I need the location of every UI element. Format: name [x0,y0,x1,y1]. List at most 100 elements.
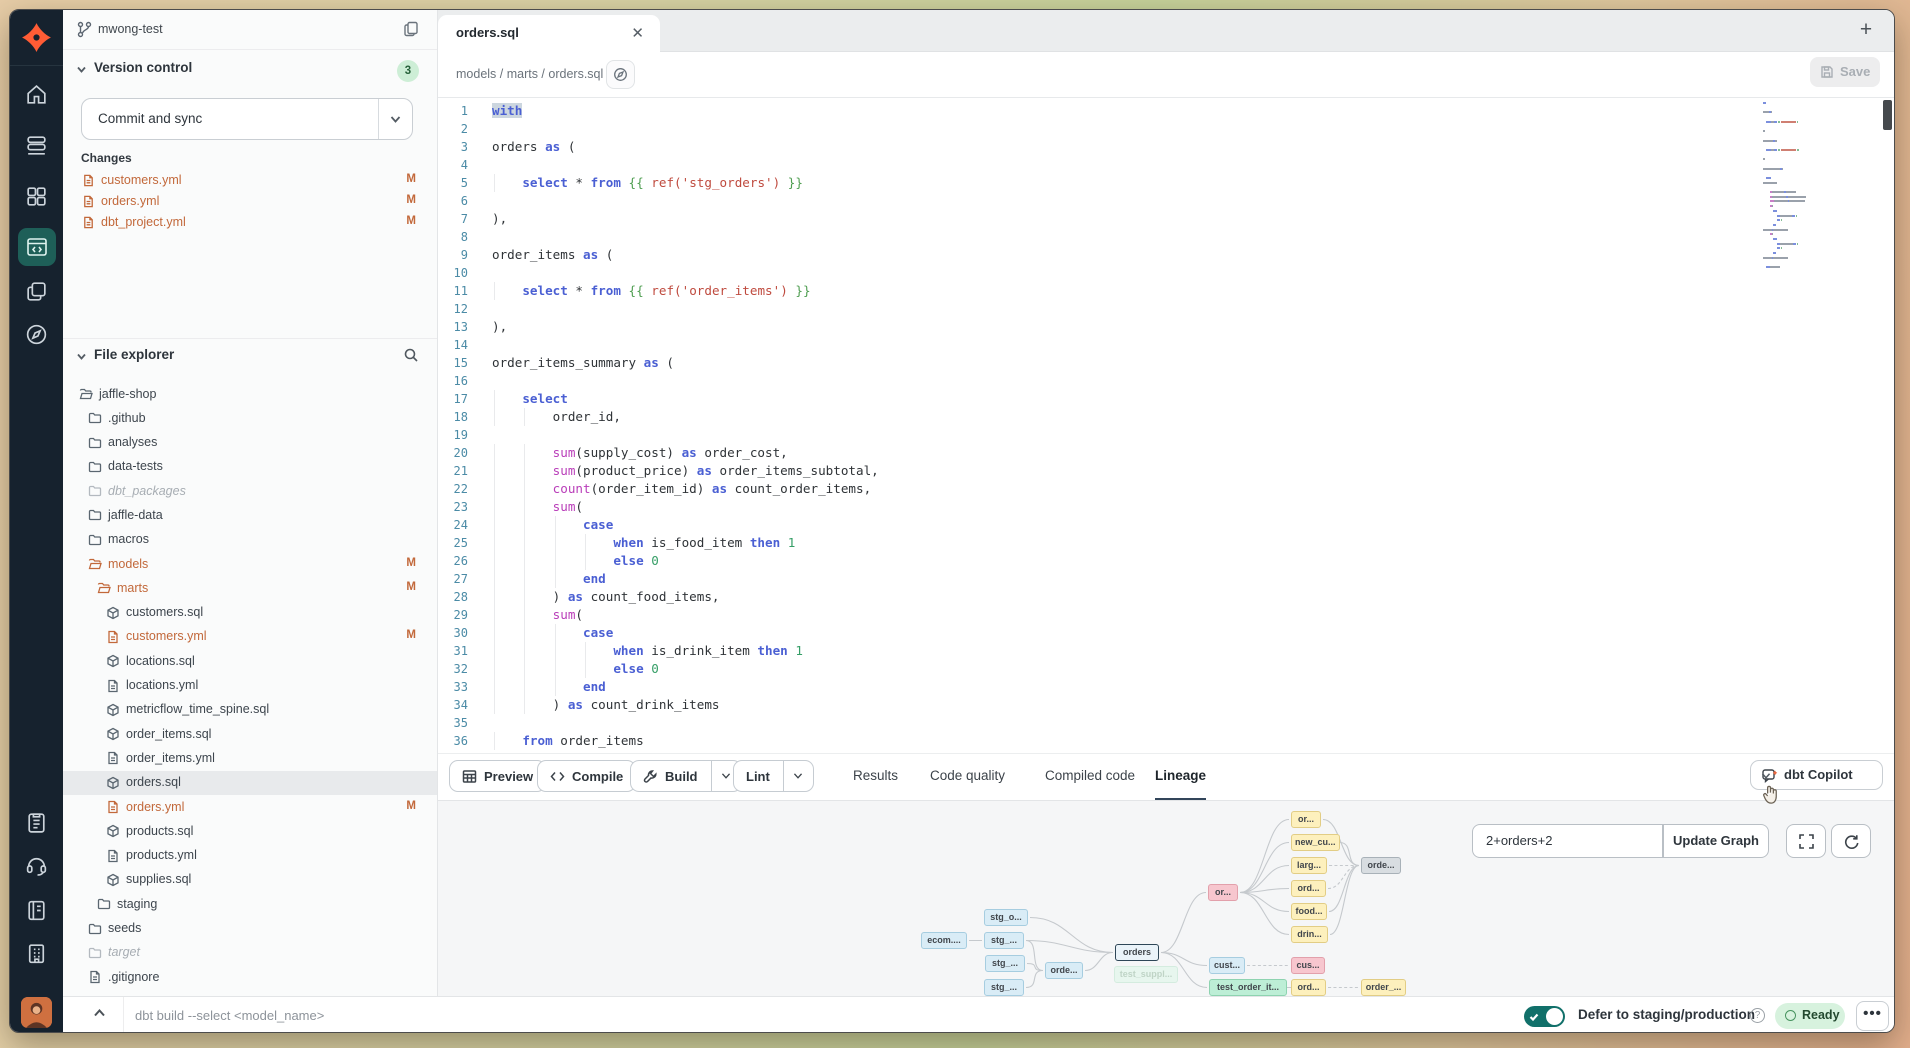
tree-item-models[interactable]: modelsM [63,552,437,576]
code-editor[interactable]: 1with23orders as (45 select * from {{ re… [438,98,1895,753]
lineage-selector-input[interactable]: 2+orders+2 [1472,824,1663,858]
apps-grid-icon[interactable] [24,184,49,209]
tree-item-target[interactable]: target [63,941,437,965]
changed-file-row[interactable]: orders.ymlM [63,191,437,212]
tree-item-staging[interactable]: staging [63,892,437,916]
tree-item-data-tests[interactable]: data-tests [63,455,437,479]
tree-item-seeds[interactable]: seeds [63,917,437,941]
ready-status-badge[interactable]: Ready [1775,1003,1845,1029]
develop-ide-icon[interactable] [18,228,56,266]
commit-and-sync-button[interactable]: Commit and sync [81,98,413,140]
tree-item-order-items-yml[interactable]: order_items.yml [63,746,437,770]
lineage-node-or-[interactable]: or... [1208,884,1238,901]
version-control-title[interactable]: Version control [94,60,192,75]
panel-tab-code-quality[interactable]: Code quality [930,754,1005,801]
tree-item-jaffle-shop[interactable]: jaffle-shop [63,382,437,406]
file-explorer-title[interactable]: File explorer [94,347,174,362]
tree-item-orders-yml[interactable]: orders.ymlM [63,795,437,819]
lineage-node-test-order-it-[interactable]: test_order_it... [1209,979,1287,996]
lineage-node-stg-[interactable]: stg_... [984,979,1024,996]
build-button[interactable]: Build [630,760,742,792]
search-icon[interactable] [403,347,419,363]
deploy-icon[interactable] [24,133,49,158]
explore-compass-icon[interactable] [24,322,49,347]
tree-item-customers-sql[interactable]: customers.sql [63,601,437,625]
lineage-node-drin-[interactable]: drin... [1291,926,1328,943]
lineage-node-orde-[interactable]: orde... [1361,857,1401,874]
home-icon[interactable] [24,82,49,107]
tree-item-marts[interactable]: martsM [63,576,437,600]
defer-toggle[interactable] [1524,1006,1565,1027]
more-options-button[interactable]: ••• [1856,1001,1889,1031]
tab-orders-sql[interactable]: orders.sql ✕ [438,15,660,52]
fullscreen-button[interactable] [1786,824,1826,858]
icon-rail [10,10,63,1032]
help-icon[interactable]: ? [1750,1008,1765,1023]
lineage-canvas[interactable]: ecom....stg_o...stg_...stg_...stg_...ord… [438,800,1895,996]
tree-item-products-sql[interactable]: products.sql [63,819,437,843]
lineage-node-orde-[interactable]: orde... [1045,962,1083,979]
support-headset-icon[interactable] [24,853,49,878]
tree-item-locations-yml[interactable]: locations.yml [63,674,437,698]
lineage-node-orders[interactable]: orders [1115,944,1159,961]
branch-name[interactable]: mwong-test [98,22,163,36]
tree-item-products-yml[interactable]: products.yml [63,844,437,868]
breadcrumb[interactable]: models / marts / orders.sql [456,67,603,81]
tree-item-macros[interactable]: macros [63,528,437,552]
changelog-clipboard-icon[interactable] [24,810,49,835]
tree-item-order-items-sql[interactable]: order_items.sql [63,722,437,746]
save-button[interactable]: Save [1810,57,1880,87]
close-tab-icon[interactable]: ✕ [631,24,644,42]
chevron-down-icon[interactable] [76,64,87,75]
lineage-node-order-[interactable]: order_... [1361,979,1406,996]
chevron-down-icon[interactable] [76,351,87,362]
lineage-node-cust-[interactable]: cust... [1209,957,1245,974]
panel-tab-compiled-code[interactable]: Compiled code [1045,754,1135,801]
commit-dropdown[interactable] [378,99,412,139]
dbt-logo-icon[interactable] [20,21,53,54]
lineage-node-cus-[interactable]: cus... [1291,957,1325,974]
organization-icon[interactable] [24,941,49,966]
lineage-node-stg-[interactable]: stg_... [985,955,1025,972]
editor-minimap[interactable] [1763,102,1849,275]
lineage-node-food-[interactable]: food... [1291,903,1327,920]
lineage-node-ord-[interactable]: ord... [1291,880,1326,897]
lineage-node-new-cu-[interactable]: new_cu... [1291,834,1340,851]
changed-file-row[interactable]: dbt_project.ymlM [63,212,437,233]
tree-item-customers-yml[interactable]: customers.ymlM [63,625,437,649]
lineage-node-ecom-[interactable]: ecom.... [921,932,967,949]
lint-button[interactable]: Lint [733,760,814,792]
lineage-node-or-[interactable]: or... [1291,811,1321,828]
open-in-explorer-button[interactable] [606,60,635,89]
editor-scrollbar[interactable] [1883,100,1892,130]
new-tab-button[interactable]: + [1852,16,1880,44]
refresh-button[interactable] [1831,824,1871,858]
orchestration-icon[interactable] [24,279,49,304]
lineage-node-stg-[interactable]: stg_... [984,932,1024,949]
lint-options-dropdown[interactable] [783,760,813,792]
tree-item-metricflow-time-spine-sql[interactable]: metricflow_time_spine.sql [63,698,437,722]
tree-item-supplies-sql[interactable]: supplies.sql [63,868,437,892]
tree-item-locations-sql[interactable]: locations.sql [63,649,437,673]
update-graph-button[interactable]: Update Graph [1663,824,1769,858]
tree-item-orders-sql[interactable]: orders.sql [63,771,437,795]
user-avatar[interactable] [21,997,52,1028]
tree-item--github[interactable]: .github [63,406,437,430]
changed-file-row[interactable]: customers.ymlM [63,170,437,191]
panel-tab-lineage[interactable]: Lineage [1155,754,1206,801]
tree-item--gitignore[interactable]: .gitignore [63,965,437,989]
copy-icon[interactable] [402,20,420,38]
tree-item-analyses[interactable]: analyses [63,431,437,455]
lineage-node-ord-[interactable]: ord... [1291,979,1326,996]
lineage-node-stg-o-[interactable]: stg_o... [984,909,1028,926]
lineage-node-test-suppl-[interactable]: test_suppl... [1114,966,1178,983]
tree-item-dbt-packages[interactable]: dbt_packages [63,479,437,503]
preview-button[interactable]: Preview [449,760,546,792]
compile-button[interactable]: Compile [537,760,636,792]
tree-item-jaffle-data[interactable]: jaffle-data [63,503,437,527]
panel-tab-results[interactable]: Results [853,754,898,801]
docs-notebook-icon[interactable] [24,898,49,923]
lineage-node-larg-[interactable]: larg... [1291,857,1327,874]
expand-command-bar-icon[interactable] [93,1008,106,1018]
command-input[interactable]: dbt build --select <model_name> [135,1008,324,1023]
